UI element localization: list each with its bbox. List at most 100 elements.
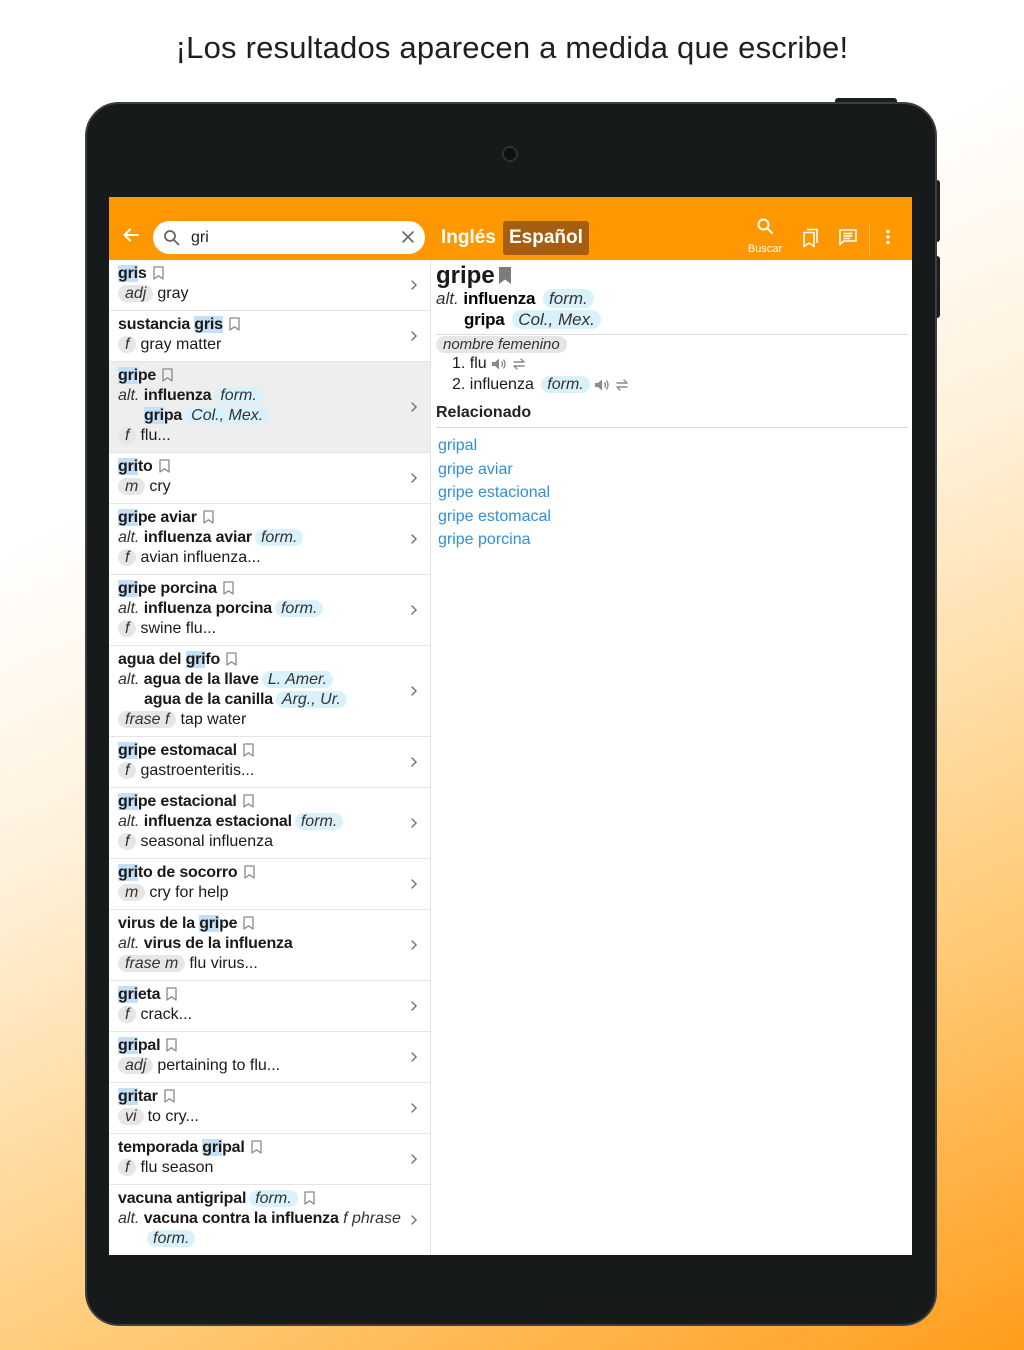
related-link[interactable]: gripe estacional [438,484,550,502]
chevron-right-icon[interactable] [410,817,418,829]
chevron-right-icon[interactable] [410,330,418,342]
list-item[interactable]: gripal adj pertaining to flu... [109,1032,430,1083]
list-item[interactable]: temporada gripal f flu season [109,1134,430,1185]
query-match: gri [118,509,138,526]
part-of-speech: f phrase [343,1210,401,1227]
sense-1[interactable]: 1. flu [452,354,527,374]
alt-label: alt. [118,813,140,830]
list-item-line: alt. agua de la llave L. Amer. [118,670,400,690]
list-item[interactable]: gripe alt. influenza form. gripa Col., Mex. f… [109,362,430,453]
part-of-speech-badge: f [118,427,137,444]
list-item[interactable]: agua del grifo alt. agua de la llave L. Am… [109,646,430,737]
bookmark-icon[interactable] [223,581,234,595]
bookmark-icon[interactable] [250,1140,262,1154]
list-item-line: grito de socorro [118,863,400,883]
alt-label: alt. [118,529,140,546]
phrasebook-icon[interactable] [838,228,858,246]
search-button-label[interactable]: Buscar [741,243,789,255]
bookmark-icon[interactable] [229,317,240,331]
chevron-right-icon[interactable] [410,279,418,291]
chevron-right-icon[interactable] [410,1051,418,1063]
chevron-right-icon[interactable] [410,1000,418,1012]
list-item[interactable]: grito m cry [109,453,430,504]
chevron-right-icon[interactable] [410,685,418,697]
back-arrow-icon[interactable] [121,225,141,245]
query-match: gri [202,1139,223,1156]
part-of-speech-badge: frase m [118,955,186,972]
related-link[interactable]: gripe estomacal [438,508,551,526]
tab-espanol[interactable]: Español [503,221,589,255]
swap-icon[interactable] [511,357,527,371]
translation: cry for help [149,884,229,901]
list-item[interactable]: gripe estacional alt. influenza estaciona… [109,788,430,859]
list-item[interactable]: gripe estomacal f gastroenteritis... [109,737,430,788]
chevron-right-icon[interactable] [410,1214,418,1226]
headword: pe porcina [137,580,217,597]
swap-icon[interactable] [614,378,630,392]
bookmark-icon[interactable] [243,865,255,879]
chevron-right-icon[interactable] [410,604,418,616]
chevron-right-icon[interactable] [410,1153,418,1165]
bookmark-icon[interactable] [162,368,173,382]
chevron-right-icon[interactable] [410,1102,418,1114]
query-match: gri [144,407,164,424]
part-of-speech-badge: f [118,762,137,779]
query-match: gri [118,1088,138,1105]
list-item[interactable]: gripe porcina alt. influenza porcina form.… [109,575,430,646]
translation: to cry... [147,1108,199,1125]
list-item[interactable]: virus de la gripe alt. virus de la influe… [109,910,430,981]
list-item-line: gripe estacional [118,792,400,812]
list-item-line: alt. influenza estacional form. [118,812,400,832]
bookmark-icon[interactable] [226,652,237,666]
speaker-icon[interactable] [594,378,610,392]
alt-label: alt. [118,935,140,952]
search-icon[interactable] [756,217,774,235]
more-vert-icon[interactable] [885,229,891,245]
list-item[interactable]: gritar vi to cry... [109,1083,430,1134]
bookmarks-list-icon[interactable] [801,228,819,248]
entry-detail: gripe alt. influenza form. gripa Col., M… [432,260,912,1255]
query-match: gri [199,915,220,932]
sense-2[interactable]: 2. influenza form. [452,375,630,395]
results-list[interactable]: gris adj gray sustancia gris f gray matter gri… [109,260,431,1255]
entry-alt-form-regional: gripa Col., Mex. [464,309,601,331]
bookmark-icon[interactable] [158,459,170,473]
chevron-right-icon[interactable] [410,756,418,768]
list-item[interactable]: gripe aviar alt. influenza aviar form. f avi… [109,504,430,575]
list-item[interactable]: grito de socorro m cry for help [109,859,430,910]
headword: pe [219,915,238,932]
translation: flu virus... [189,955,258,972]
search-input[interactable] [189,225,393,251]
related-link[interactable]: gripe porcina [438,531,531,549]
bookmark-icon[interactable] [166,1038,178,1052]
front-camera [502,146,518,162]
search-box[interactable] [153,221,425,254]
bookmark-icon[interactable] [243,743,254,757]
tab-ingles[interactable]: Inglés [435,221,502,255]
list-item-line: temporada gripal [118,1138,400,1158]
bookmark-icon[interactable] [243,916,254,930]
chevron-right-icon[interactable] [410,472,418,484]
bookmark-icon[interactable] [203,510,214,524]
chevron-right-icon[interactable] [410,401,418,413]
list-item-line: f swine flu... [118,619,400,639]
related-link[interactable]: gripal [438,437,477,455]
bookmark-icon[interactable] [152,266,164,280]
bookmark-icon[interactable] [166,987,178,1001]
list-item-line: vi to cry... [118,1107,400,1127]
related-link[interactable]: gripe aviar [438,461,513,479]
list-item[interactable]: gris adj gray [109,260,430,311]
chevron-right-icon[interactable] [410,878,418,890]
list-item[interactable]: grieta f crack... [109,981,430,1032]
list-item[interactable]: vacuna antigripal form. alt. vacuna contra… [109,1185,430,1255]
bookmark-icon[interactable] [304,1191,315,1205]
speaker-icon[interactable] [491,357,507,371]
clear-icon[interactable] [401,230,415,244]
bookmark-icon[interactable] [242,794,254,808]
chevron-right-icon[interactable] [410,533,418,545]
list-item[interactable]: sustancia gris f gray matter [109,311,430,362]
chevron-right-icon[interactable] [410,939,418,951]
bookmark-icon[interactable] [164,1089,175,1103]
bookmark-icon[interactable] [498,266,512,285]
part-of-speech-badge: f [118,1159,137,1176]
